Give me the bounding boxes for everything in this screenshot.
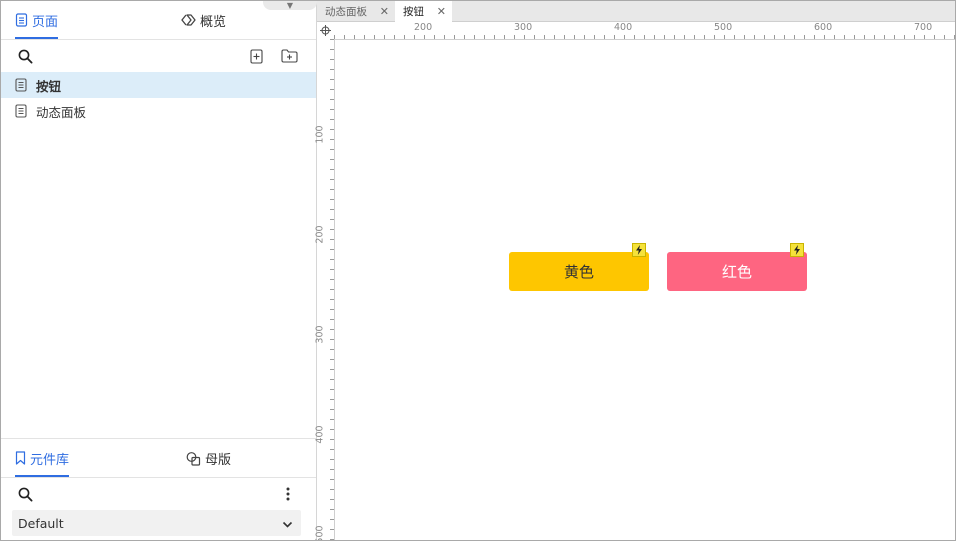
tab-pages-label: 页面	[32, 14, 59, 30]
widget-label: 红色	[721, 263, 752, 281]
bookmark-icon	[15, 451, 26, 465]
tab-libraries-label: 元件库	[30, 452, 70, 468]
close-icon[interactable]: ✕	[437, 5, 446, 18]
active-tab-underline	[15, 475, 70, 477]
interaction-icon[interactable]	[632, 243, 646, 257]
yellow-button-widget[interactable]: 黄色	[509, 243, 649, 291]
doc-tab-label: 动态面板	[325, 5, 367, 18]
tab-pages[interactable]: 页面	[15, 1, 59, 39]
ruler-label: 200	[314, 225, 326, 244]
active-tab-underline	[15, 37, 59, 39]
ruler-label: 400	[614, 22, 633, 33]
page-item-dynamic-panel[interactable]: 动态面板	[1, 98, 316, 124]
add-folder-button[interactable]	[279, 46, 299, 66]
ruler-label: 500	[314, 525, 326, 541]
pages-panel-tabs: 页面 概览	[1, 1, 316, 40]
ruler-label: 700	[914, 22, 933, 33]
ruler-label: 400	[314, 425, 326, 444]
search-icon[interactable]	[15, 484, 35, 504]
page-item-label: 按钮	[36, 78, 62, 94]
tab-outline-label: 概览	[200, 14, 227, 30]
add-page-icon	[249, 48, 263, 64]
ruler-label: 200	[414, 22, 433, 33]
red-button-widget[interactable]: 红色	[667, 243, 807, 291]
masters-icon	[186, 451, 201, 466]
ruler-label: 300	[314, 325, 326, 344]
library-panel-tabs: 元件库 母版	[1, 438, 316, 478]
doc-tab-dynamic-panel[interactable]: 动态面板 ✕	[317, 1, 395, 21]
app-window: ▼ 页面 概览 按钮 动态面板 元件库 母版 Default 动态面板 ✕ 按钮…	[0, 0, 956, 541]
chevron-down-icon	[282, 517, 293, 532]
tab-masters[interactable]: 母版	[186, 439, 231, 477]
doc-tab-label: 按钮	[403, 6, 424, 18]
design-canvas[interactable]: 黄色 红色	[335, 40, 955, 540]
ruler-label: 100	[314, 125, 326, 144]
tab-outline[interactable]: 概览	[181, 1, 226, 39]
document-tabs: 动态面板 ✕ 按钮 ✕	[317, 1, 955, 22]
tab-masters-label: 母版	[205, 452, 232, 468]
ruler-label: 300	[514, 22, 533, 33]
page-icon	[15, 13, 28, 27]
add-folder-icon	[280, 49, 298, 63]
library-select-value: Default	[18, 515, 64, 531]
search-icon[interactable]	[15, 46, 35, 66]
ruler-origin-icon[interactable]	[317, 22, 335, 40]
more-options-icon[interactable]	[278, 484, 298, 504]
page-item-buttons[interactable]: 按钮	[1, 72, 316, 98]
add-page-button[interactable]	[246, 46, 266, 66]
page-icon	[15, 78, 27, 92]
ruler-label: 500	[714, 22, 733, 33]
doc-tab-buttons[interactable]: 按钮 ✕	[395, 1, 452, 22]
outline-icon	[181, 14, 196, 26]
pages-toolbar	[1, 40, 316, 72]
library-toolbar	[1, 478, 316, 510]
tab-libraries[interactable]: 元件库	[15, 439, 70, 477]
ruler-label: 600	[814, 22, 833, 33]
library-select[interactable]: Default	[12, 510, 301, 536]
left-panel: ▼ 页面 概览 按钮 动态面板 元件库 母版 Default	[1, 1, 317, 540]
page-icon	[15, 104, 27, 118]
page-item-label: 动态面板	[36, 104, 87, 120]
horizontal-ruler: 200 300 400 500 600 700	[334, 22, 955, 40]
vertical-ruler: 100 200 300 400 500	[314, 39, 335, 541]
interaction-icon[interactable]	[790, 243, 804, 257]
page-list: 按钮 动态面板	[1, 72, 316, 124]
widget-label: 黄色	[563, 263, 594, 281]
close-icon[interactable]: ✕	[380, 5, 389, 18]
